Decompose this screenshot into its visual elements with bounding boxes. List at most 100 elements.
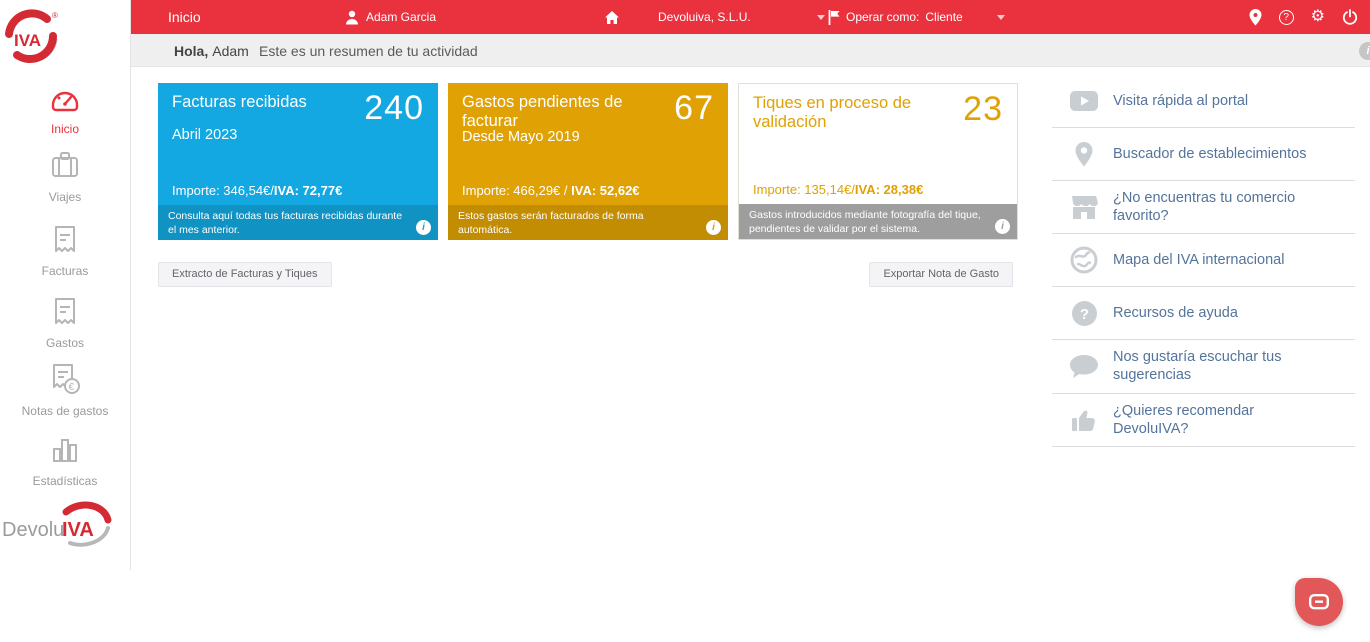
link-sugerencias[interactable]: Nos gustaría escuchar tus sugerencias (1052, 340, 1355, 393)
flag-icon (828, 10, 840, 25)
sidebar: IVA ® Inicio (0, 0, 131, 570)
greeting-name: Adam (212, 43, 249, 59)
card-tiques-validacion[interactable]: Tiques en proceso de validación 23 Impor… (738, 83, 1018, 240)
quick-link-label: Mapa del IVA internacional (1113, 251, 1284, 269)
card-amounts: Importe: 346,54€/IVA: 72,77€ (172, 183, 342, 198)
card-count: 240 (364, 89, 424, 128)
devoluiva-dashboard: IVA ® Inicio (0, 0, 1370, 642)
svg-text:€: € (69, 382, 75, 393)
card-count: 67 (674, 89, 714, 128)
user-menu[interactable]: Adam Garcia (345, 0, 436, 34)
greeting: Hola, Adam (174, 34, 249, 67)
map-pin-icon (1068, 141, 1100, 168)
info-icon[interactable]: i (416, 220, 431, 235)
thumbs-up-icon (1068, 407, 1100, 433)
operate-as-selector[interactable]: Operar como: Cliente (828, 0, 963, 34)
map-pin-icon[interactable] (1249, 9, 1262, 26)
export-expense-note-button[interactable]: Exportar Nota de Gasto (869, 262, 1013, 287)
card-period: Desde Mayo 2019 (462, 129, 580, 145)
link-mapa-iva[interactable]: Mapa del IVA internacional (1052, 234, 1355, 287)
top-bar: Inicio Adam Garcia Devoluiva, S.L.U. (131, 0, 1370, 34)
quick-link-label: Buscador de establecimientos (1113, 145, 1306, 163)
devoluiva-logo-red-text: IVA (62, 519, 94, 541)
gear-icon[interactable]: ⚙ (1311, 9, 1325, 25)
link-recursos-ayuda[interactable]: ? Recursos de ayuda (1052, 287, 1355, 340)
link-visita-rapida[interactable]: Visita rápida al portal (1052, 75, 1355, 128)
topbar-actions: ? ⚙ (1249, 0, 1358, 34)
briefcase-icon (49, 150, 81, 182)
sidebar-item-viajes[interactable]: Viajes (0, 150, 130, 204)
sidebar-item-facturas[interactable]: Facturas (0, 224, 130, 278)
extract-invoices-button[interactable]: Extracto de Facturas y Tiques (158, 262, 332, 287)
greeting-subtitle: Este es un resumen de tu actividad (259, 34, 478, 67)
importe-value: Importe: 466,29€ / (462, 183, 571, 198)
page-title: Inicio (168, 0, 201, 34)
chat-bubble-icon (1068, 354, 1100, 379)
iva-logo-graphic: IVA ® (0, 8, 62, 68)
info-icon[interactable]: i (995, 219, 1010, 234)
sidebar-item-label: Facturas (0, 264, 130, 278)
quick-link-label: Recursos de ayuda (1113, 304, 1238, 322)
card-title: Tiques en proceso de validación (753, 94, 933, 133)
sidebar-item-label: Estadísticas (0, 474, 130, 488)
company-selector[interactable]: Devoluiva, S.L.U. (658, 0, 751, 34)
card-footer-note: Gastos introducidos mediante fotografía … (739, 204, 1017, 239)
devoluiva-logo: Devolu IVA (0, 498, 130, 556)
info-icon[interactable]: i (1359, 42, 1370, 60)
chat-fab-button[interactable] (1295, 578, 1343, 626)
power-icon[interactable] (1342, 9, 1358, 25)
card-title: Facturas recibidas (172, 93, 352, 112)
sidebar-item-label: Notas de gastos (0, 404, 130, 418)
svg-text:?: ? (1079, 306, 1088, 323)
dashboard-icon (48, 84, 82, 114)
help-icon[interactable]: ? (1279, 10, 1294, 25)
sidebar-item-label: Viajes (0, 190, 130, 204)
card-facturas-recibidas[interactable]: Facturas recibidas 240 Abril 2023 Import… (158, 83, 438, 240)
sidebar-item-inicio[interactable]: Inicio (0, 84, 130, 136)
operate-as-value: Cliente (925, 10, 962, 24)
chevron-down-icon[interactable] (997, 0, 1005, 34)
quick-link-label: ¿Quieres recomendar DevoluIVA? (1113, 402, 1328, 438)
sidebar-item-label: Inicio (0, 122, 130, 136)
devoluiva-logo-gray-text: Devolu (2, 519, 64, 541)
sidebar-item-estadisticas[interactable]: Estadísticas (0, 436, 130, 488)
operate-as-label: Operar como: (846, 10, 919, 24)
card-footer-note: Estos gastos serán facturados de forma a… (448, 205, 728, 240)
card-footer-note: Consulta aquí todas tus facturas recibid… (158, 205, 438, 240)
store-icon (1068, 194, 1100, 220)
card-amounts: Importe: 135,14€/IVA: 28,38€ (753, 182, 923, 197)
link-comercio-favorito[interactable]: ¿No encuentras tu comercio favorito? (1052, 181, 1355, 234)
card-count: 23 (963, 90, 1003, 129)
quick-links-panel: Visita rápida al portal Buscador de esta… (1052, 75, 1355, 447)
user-name: Adam Garcia (366, 10, 436, 24)
card-gastos-pendientes[interactable]: Gastos pendientes de facturar 67 Desde M… (448, 83, 728, 240)
iva-value: IVA: 28,38€ (855, 182, 923, 197)
bar-chart-icon (49, 436, 81, 466)
quick-link-label: Nos gustaría escuchar tus sugerencias (1113, 348, 1328, 384)
globe-icon (1068, 246, 1100, 274)
company-name: Devoluiva, S.L.U. (658, 10, 751, 24)
card-title: Gastos pendientes de facturar (462, 93, 642, 132)
receipt-icon (51, 296, 79, 328)
sidebar-item-label: Gastos (0, 336, 130, 350)
link-buscador-establecimientos[interactable]: Buscador de establecimientos (1052, 128, 1355, 181)
chat-icon (1309, 594, 1329, 610)
help-icon: ? (1068, 300, 1100, 327)
link-recomendar[interactable]: ¿Quieres recomendar DevoluIVA? (1052, 394, 1355, 447)
card-period: Abril 2023 (172, 127, 237, 143)
video-icon (1068, 90, 1100, 112)
sidebar-item-notas-de-gastos[interactable]: € Notas de gastos (0, 362, 130, 418)
greeting-hello: Hola, (174, 43, 208, 59)
user-icon (345, 10, 359, 25)
chevron-down-icon[interactable] (817, 0, 825, 34)
card-amounts: Importe: 466,29€ / IVA: 52,62€ (462, 183, 640, 198)
iva-value: IVA: 52,62€ (571, 183, 639, 198)
receipt-euro-icon: € (48, 362, 82, 396)
iva-logo: IVA ® (0, 8, 130, 68)
home-icon[interactable] (604, 0, 620, 34)
quick-link-label: ¿No encuentras tu comercio favorito? (1113, 189, 1328, 225)
iva-value: IVA: 72,77€ (274, 183, 342, 198)
sidebar-item-gastos[interactable]: Gastos (0, 296, 130, 350)
info-icon[interactable]: i (706, 220, 721, 235)
importe-value: Importe: 346,54€/ (172, 183, 274, 198)
